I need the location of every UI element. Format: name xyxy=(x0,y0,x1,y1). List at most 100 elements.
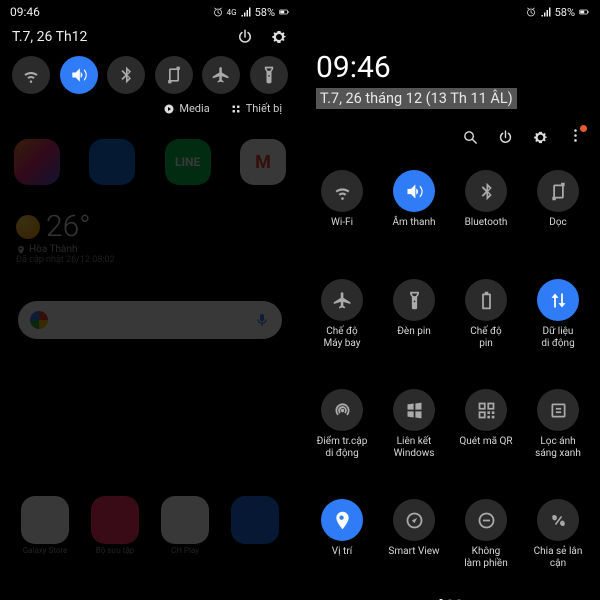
toggle-wifi[interactable] xyxy=(12,56,50,94)
qs-label: Chế độ Máy bay xyxy=(323,326,360,349)
data-icon[interactable] xyxy=(537,279,579,321)
nearby-icon[interactable] xyxy=(537,499,579,541)
google-searchbar[interactable] xyxy=(18,301,282,339)
windows-icon[interactable] xyxy=(393,389,435,431)
signal-icon xyxy=(540,6,552,18)
qs-label: Không làm phiền xyxy=(464,546,508,569)
status-battery: 58% xyxy=(555,6,575,19)
qs-item-rotate[interactable]: Dọc xyxy=(522,170,594,265)
battery-icon xyxy=(278,6,290,18)
toggle-flashlight[interactable] xyxy=(250,56,288,94)
status-right: 58% xyxy=(525,6,590,19)
qp-date: T.7, 26 Th12 xyxy=(12,29,87,45)
dock-play-store[interactable] xyxy=(161,496,209,544)
toggle-sound[interactable] xyxy=(60,56,98,94)
battery-icon[interactable] xyxy=(465,279,507,321)
status-time: 09:46 xyxy=(10,5,40,19)
qs-label: Wi-Fi xyxy=(331,217,353,239)
hotspot-icon[interactable] xyxy=(321,389,363,431)
toggle-rotate[interactable] xyxy=(155,56,193,94)
smartview-icon[interactable] xyxy=(393,499,435,541)
qs-label: Lọc ánh sáng xanh xyxy=(535,436,581,459)
qs-label: Smart View xyxy=(388,546,439,568)
power-icon[interactable] xyxy=(236,28,254,46)
dock-app-4[interactable] xyxy=(231,496,279,544)
gear-icon[interactable] xyxy=(270,28,288,46)
qs-label: Chia sẻ lân cận xyxy=(534,546,583,569)
qs-item-smartview[interactable]: Smart View xyxy=(378,499,450,595)
devices-button[interactable]: Thiết bị xyxy=(230,102,282,115)
dock-gallery[interactable] xyxy=(91,496,139,544)
qp-bottom-row: Media Thiết bị xyxy=(12,102,288,115)
qs-item-wifi[interactable]: Wi-Fi xyxy=(306,170,378,265)
qp-date[interactable]: T.7, 26 tháng 12 (13 Th 11 ÂL) xyxy=(316,88,517,109)
qs-item-sound[interactable]: Âm thanh xyxy=(378,170,450,265)
qs-label: Âm thanh xyxy=(392,217,435,239)
battery-icon xyxy=(578,6,590,18)
qs-item-dnd[interactable]: Không làm phiền xyxy=(450,499,522,595)
sun-icon xyxy=(16,215,40,239)
qs-item-location[interactable]: Vị trí xyxy=(306,499,378,595)
qs-item-nearby[interactable]: Chia sẻ lân cận xyxy=(522,499,594,595)
location-icon[interactable] xyxy=(321,499,363,541)
app-line[interactable]: LINE xyxy=(165,139,211,185)
signal-icon xyxy=(240,6,252,18)
qp-toggle-row xyxy=(12,56,288,94)
toggle-bluetooth[interactable] xyxy=(107,56,145,94)
app-gmail[interactable]: M xyxy=(240,139,286,185)
bluelight-icon[interactable] xyxy=(537,389,579,431)
qs-label: Đèn pin xyxy=(397,326,431,348)
status-right: 4G 58% xyxy=(212,6,290,19)
wifi-icon[interactable] xyxy=(321,170,363,212)
home-screen-dimmed: LINE M 26° Hòa Thành Đã cập nhật 26/12 0… xyxy=(0,123,300,563)
status-battery: 58% xyxy=(255,6,275,19)
location-pin-icon xyxy=(16,245,26,255)
statusbar-left: 09:46 4G 58% xyxy=(0,0,300,22)
qs-label: Quét mã QR xyxy=(459,436,512,458)
power-icon[interactable] xyxy=(497,129,514,146)
app-duo[interactable] xyxy=(89,139,135,185)
qs-item-battery[interactable]: Chế độ pin xyxy=(450,279,522,375)
qs-label: Bluetooth xyxy=(465,217,508,239)
qs-item-data[interactable]: Dữ liệu di động xyxy=(522,279,594,375)
qp-time: 09:46 xyxy=(300,22,600,85)
phone-right: 58% 09:46 T.7, 26 tháng 12 (13 Th 11 ÂL)… xyxy=(300,0,600,600)
media-button[interactable]: Media xyxy=(163,102,209,115)
qs-label: Vị trí xyxy=(332,546,352,568)
qs-item-qr[interactable]: Quét mã QR xyxy=(450,389,522,485)
quick-panel-collapsed: T.7, 26 Th12 Media Thiết bị xyxy=(0,22,300,123)
qs-grid: Wi-Fi Âm thanh Bluetooth Dọc Chế độ Máy bay Đ… xyxy=(300,156,600,595)
mic-icon[interactable] xyxy=(254,312,270,328)
qp-action-icons xyxy=(300,109,600,156)
search-icon[interactable] xyxy=(462,129,479,146)
qs-item-flashlight[interactable]: Đèn pin xyxy=(378,279,450,375)
qs-item-bluelight[interactable]: Lọc ánh sáng xanh xyxy=(522,389,594,485)
bluetooth-icon[interactable] xyxy=(465,170,507,212)
weather-widget[interactable]: 26° Hòa Thành Đã cập nhật 26/12 08:02 xyxy=(14,203,286,271)
qs-label: Dọc xyxy=(549,217,567,239)
flashlight-icon[interactable] xyxy=(393,279,435,321)
qs-label: Điểm tr.cập di động xyxy=(317,436,368,459)
pager-dots[interactable] xyxy=(300,595,600,600)
statusbar-right: 58% xyxy=(300,0,600,22)
qs-item-windows[interactable]: Liên kết Windows xyxy=(378,389,450,485)
dnd-icon[interactable] xyxy=(465,499,507,541)
more-menu[interactable] xyxy=(567,127,584,148)
toggle-airplane[interactable] xyxy=(202,56,240,94)
app-instagram[interactable] xyxy=(14,139,60,185)
qs-item-airplane[interactable]: Chế độ Máy bay xyxy=(306,279,378,375)
qs-item-hotspot[interactable]: Điểm tr.cập di động xyxy=(306,389,378,485)
gear-icon[interactable] xyxy=(532,129,549,146)
google-logo-icon xyxy=(30,311,48,329)
rotate-icon[interactable] xyxy=(537,170,579,212)
qs-label: Dữ liệu di động xyxy=(541,326,574,349)
alarm-icon xyxy=(525,6,537,18)
quick-panel-expanded: 09:46 T.7, 26 tháng 12 (13 Th 11 ÂL) Wi-… xyxy=(300,22,600,600)
dock-galaxy-store[interactable] xyxy=(21,496,69,544)
airplane-icon[interactable] xyxy=(321,279,363,321)
quick-panel-header: T.7, 26 Th12 xyxy=(12,28,288,46)
qs-item-bluetooth[interactable]: Bluetooth xyxy=(450,170,522,265)
sound-icon[interactable] xyxy=(393,170,435,212)
qs-label: Liên kết Windows xyxy=(394,436,435,459)
qr-icon[interactable] xyxy=(465,389,507,431)
